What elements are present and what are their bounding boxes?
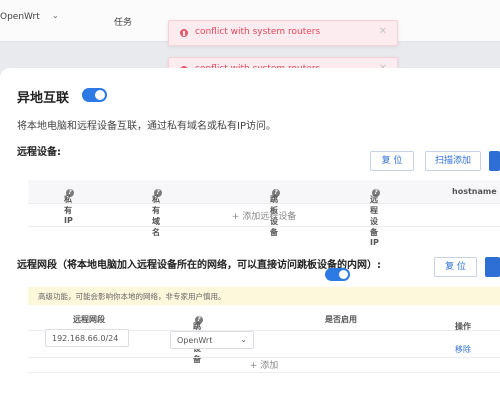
feature-toggle[interactable] [82, 88, 107, 102]
chevron-down-icon: ⌄ [240, 335, 247, 344]
column-header: 跳板设备? [193, 316, 203, 364]
brand-name[interactable]: OpenWrt [0, 12, 40, 22]
scan-add-button[interactable]: 扫描添加 [425, 151, 481, 171]
add-remote-device-button[interactable]: + 添加远程设备 [28, 209, 500, 227]
remote-networks-table-header: 远程网段 跳板设备? 是否启用 操作 [28, 307, 500, 364]
column-header: hostname [452, 187, 497, 196]
section-title: 异地互联 [17, 91, 70, 106]
column-header: 跳板设备? [270, 189, 280, 237]
remote-interconnect-card: 异地互联 将本地电脑和远程设备互联，通过私有域名或私有IP访问。 远程设备: 复… [0, 68, 500, 413]
subnet-input[interactable]: 192.168.66.0/24 [45, 329, 129, 347]
select-value: OpenWrt [177, 336, 213, 345]
column-header: 操作 [455, 322, 471, 331]
column-header: 是否启用 [325, 315, 357, 324]
jump-device-select[interactable]: OpenWrt ⌄ [170, 331, 254, 349]
chevron-down-icon[interactable]: ⌄ [52, 11, 59, 20]
reset-button[interactable]: 复 位 [370, 151, 414, 171]
reset-button[interactable]: 复 位 [434, 257, 477, 277]
remote-devices-heading: 远程设备: [17, 147, 61, 158]
column-header: 私有域名? [152, 189, 162, 237]
enabled-toggle[interactable] [325, 268, 350, 281]
add-network-button[interactable]: + 添加 [28, 355, 500, 373]
warning-banner: 高级功能，可能会影响你本地的网络，非专家用户慎用。 [28, 287, 500, 305]
section-description: 将本地电脑和远程设备互联，通过私有域名或私有IP访问。 [17, 121, 276, 132]
primary-button-partial[interactable] [485, 257, 500, 277]
close-icon[interactable]: ✕ [379, 26, 387, 37]
toast-message: conflict with system routers [195, 27, 321, 37]
remote-devices-table-header: 私有IP? 私有域名? 跳板设备? 远程设备IP? hostname [28, 180, 500, 247]
nav-item-task[interactable]: 任务 [114, 15, 132, 28]
column-header: 私有IP? [64, 189, 74, 225]
column-header: 远程设备IP? [370, 189, 380, 247]
column-header: 远程网段 [73, 315, 105, 324]
primary-button-partial[interactable] [489, 151, 500, 171]
error-toast: conflict with system routers ✕ [168, 20, 398, 46]
remove-link[interactable]: 移除 [455, 344, 471, 355]
error-icon [180, 29, 188, 37]
